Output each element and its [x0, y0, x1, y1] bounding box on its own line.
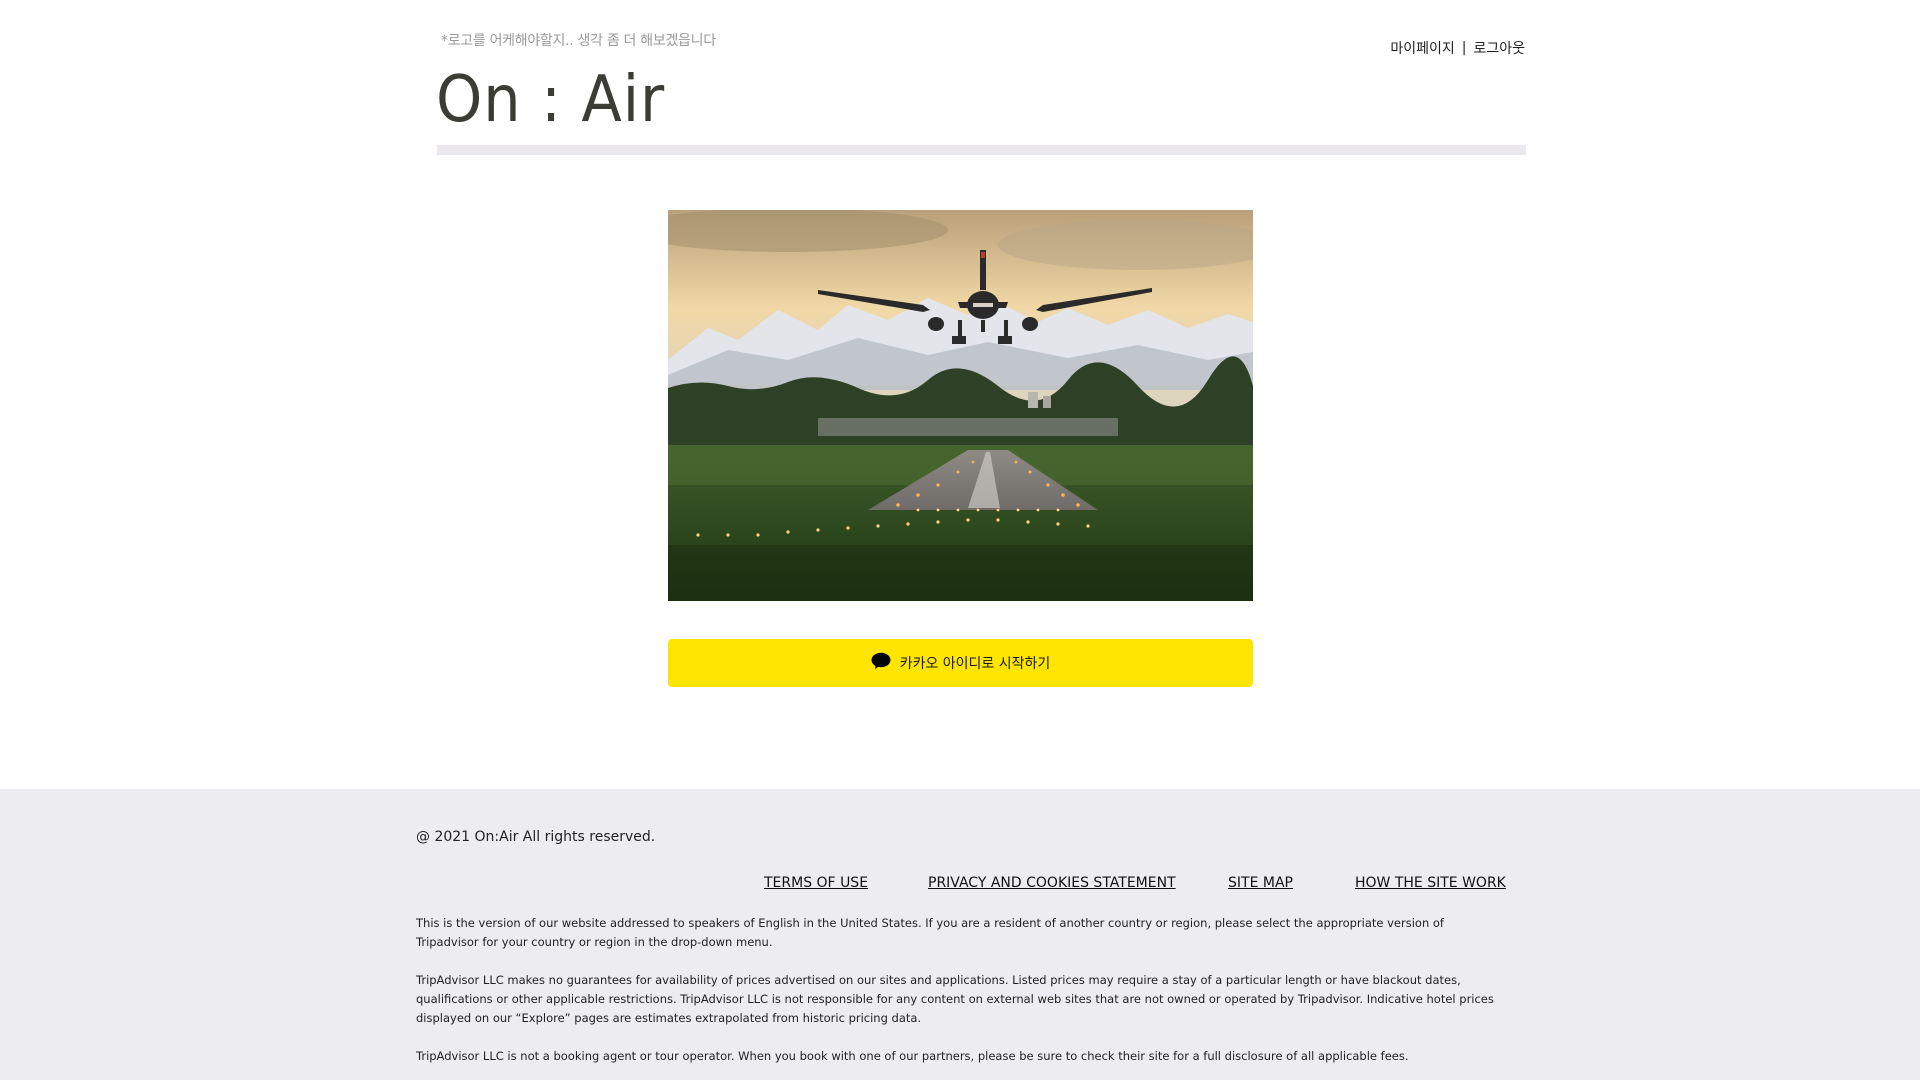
- legal-text-pricing: TripAdvisor LLC makes no guarantees for …: [416, 973, 1494, 1025]
- nav-separator: |: [1461, 40, 1467, 56]
- kakao-login-label: 카카오 아이디로 시작하기: [899, 656, 1051, 672]
- hero-image: [668, 210, 1253, 601]
- terms-of-use-link[interactable]: TERMS OF USE: [764, 875, 868, 891]
- legal-text-region: This is the version of our website addre…: [416, 916, 1444, 949]
- site-map-link[interactable]: SITE MAP: [1228, 875, 1293, 891]
- footer: @ 2021 On:Air All rights reserved. TERMS…: [0, 789, 1920, 1080]
- mypage-link[interactable]: 마이페이지: [1390, 38, 1454, 58]
- how-site-works-link[interactable]: HOW THE SITE WORK: [1355, 875, 1506, 891]
- page: *로고를 어케해야할지.. 생각 좀 더 해보겠읍니다 마이페이지 | 로그아웃…: [0, 0, 1920, 1080]
- site-logo[interactable]: On : Air: [436, 62, 665, 138]
- copyright: @ 2021 On:Air All rights reserved.: [416, 829, 656, 845]
- top-nav: 마이페이지 | 로그아웃: [1390, 38, 1525, 58]
- legal-text-booking: TripAdvisor LLC is not a booking agent o…: [416, 1049, 1409, 1063]
- header-note: *로고를 어케해야할지.. 생각 좀 더 해보겠읍니다: [441, 33, 716, 49]
- kakao-login-button[interactable]: 카카오 아이디로 시작하기: [668, 639, 1253, 687]
- speech-bubble-icon: [871, 652, 891, 674]
- privacy-cookies-link[interactable]: PRIVACY AND COOKIES STATEMENT: [928, 875, 1176, 891]
- airplane-landing-photo: [668, 210, 1253, 601]
- header-divider: [437, 145, 1526, 155]
- logout-link[interactable]: 로그아웃: [1473, 38, 1525, 58]
